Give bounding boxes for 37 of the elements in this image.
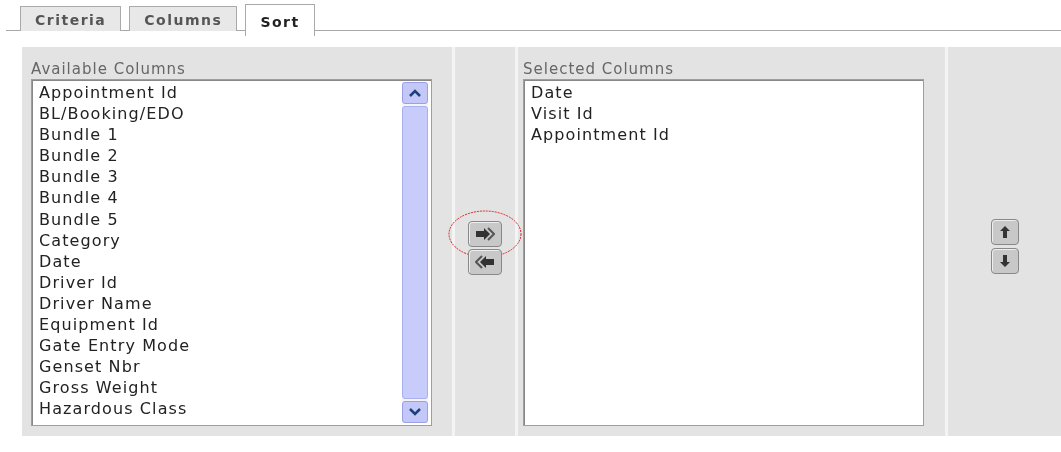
list-item[interactable]: Category	[39, 229, 402, 251]
list-item[interactable]: Hazardous Class	[39, 398, 402, 420]
list-item[interactable]: BL/Booking/EDO	[39, 103, 402, 125]
list-item[interactable]: Appointment Id	[531, 124, 920, 146]
list-label: Available Columns	[31, 61, 187, 78]
move-right-button[interactable]	[468, 221, 502, 247]
tab[interactable]: Columns	[129, 6, 238, 31]
move-left-button[interactable]	[468, 249, 502, 275]
selected-columns-list[interactable]: Date Visit Id Appointment Id	[523, 79, 924, 426]
list-item[interactable]: Bundle 2	[39, 145, 402, 167]
available-columns-list[interactable]: Appointment Id BL/Booking/EDO Bundle 1 Bundle 2 Bundle 3 Bundle 4 Bundle 5 Category Date Driver Id Driver Name Equipment Id Gate Entry Mode Genset Nbr Gross Weight Hazardous Class	[31, 79, 432, 426]
arrow-down-icon	[998, 254, 1011, 268]
tab[interactable]: Criteria	[20, 6, 122, 31]
tab[interactable]: Sort	[245, 4, 315, 36]
move-down-button[interactable]	[990, 248, 1019, 274]
list-item[interactable]: Gate Entry Mode	[39, 335, 402, 357]
list-item[interactable]: Driver Id	[39, 271, 402, 293]
list-item[interactable]: Appointment Id	[39, 82, 402, 104]
list-item[interactable]: Bundle 1	[39, 124, 402, 146]
list-item[interactable]: Date	[531, 82, 920, 104]
list-item[interactable]: Driver Name	[39, 292, 402, 315]
list-item[interactable]: Bundle 3	[39, 166, 402, 188]
list-item[interactable]: Gross Weight	[39, 377, 402, 399]
list-item[interactable]: Equipment Id	[39, 314, 402, 336]
double-arrow-right-icon	[475, 227, 495, 241]
list-item[interactable]: Date	[39, 250, 402, 272]
scroll-down-icon[interactable]	[402, 401, 428, 423]
double-arrow-left-icon	[475, 255, 495, 269]
list-label: Selected Columns	[523, 61, 676, 78]
list-item[interactable]: Genset Nbr	[39, 356, 402, 378]
list-item[interactable]: Bundle 5	[39, 208, 402, 230]
arrow-up-icon	[998, 225, 1011, 239]
move-up-button[interactable]	[990, 219, 1019, 245]
list-item[interactable]: Visit Id	[531, 103, 920, 125]
scrollbar[interactable]	[402, 82, 428, 423]
scroll-up-icon[interactable]	[402, 82, 428, 104]
list-item[interactable]: Bundle 4	[39, 187, 402, 209]
